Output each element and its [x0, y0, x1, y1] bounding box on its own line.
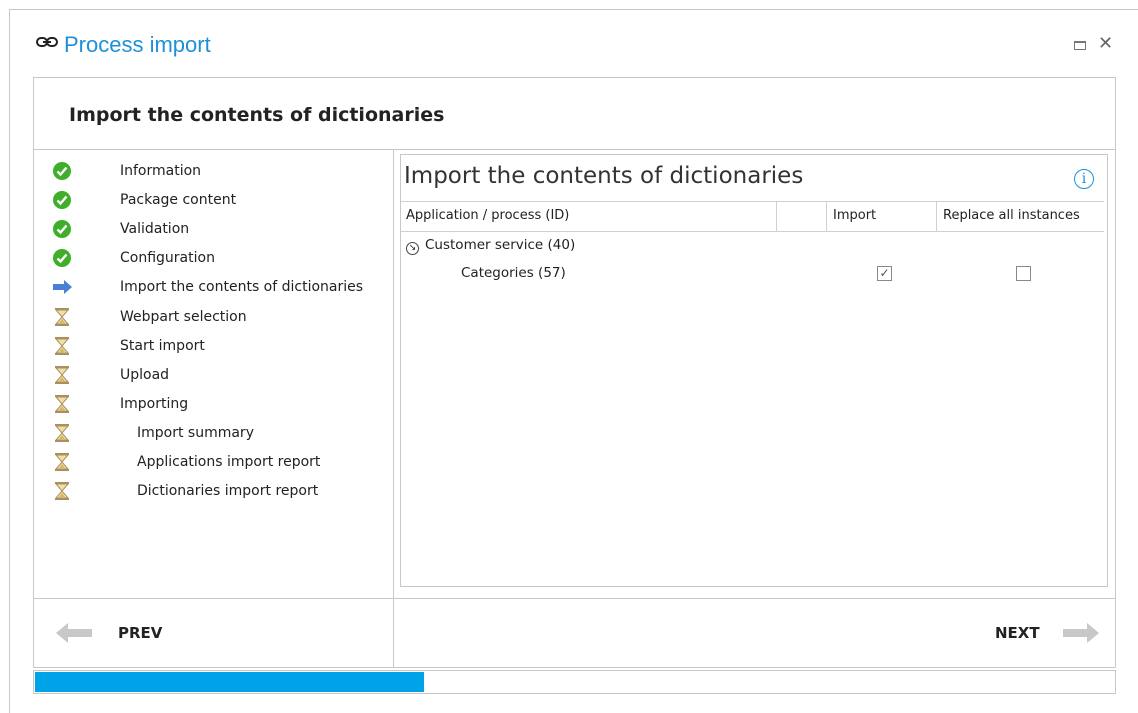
table-row: Categories (57)	[461, 265, 566, 281]
hourglass-icon	[52, 365, 72, 385]
step-item: Dictionaries import report	[34, 479, 393, 508]
step-item: Importing	[34, 392, 393, 421]
step-item: Applications import report	[34, 450, 393, 479]
column-header-application[interactable]: Application / process (ID)	[401, 202, 777, 231]
step-item: Import the contents of dictionaries	[34, 275, 393, 304]
replace-all-checkbox[interactable]	[1016, 266, 1031, 281]
import-checkbox[interactable]: ✓	[877, 266, 892, 281]
step-label: Configuration	[120, 250, 215, 267]
step-label: Dictionaries import report	[137, 483, 319, 500]
content-title: Import the contents of dictionaries	[404, 163, 804, 189]
content-area: Import the contents of dictionaries i Ap…	[400, 154, 1108, 587]
header-title: Import the contents of dictionaries	[69, 104, 445, 126]
progress-bar	[33, 670, 1116, 694]
hourglass-icon	[52, 452, 72, 472]
step-item: Import summary	[34, 421, 393, 450]
close-icon[interactable]: ✕	[1098, 33, 1113, 54]
check-icon	[53, 191, 71, 210]
hourglass-icon	[52, 423, 72, 443]
hourglass-icon	[52, 394, 72, 414]
column-header-blank[interactable]	[777, 202, 827, 231]
step-label: Information	[120, 163, 202, 179]
step-item: Package content	[34, 188, 393, 217]
prev-area: PREV	[33, 598, 394, 668]
expand-icon[interactable]: ↘	[406, 242, 419, 255]
step-label: Start import	[120, 337, 205, 354]
hourglass-icon	[52, 336, 72, 356]
link-icon	[36, 36, 58, 52]
step-label: Upload	[120, 366, 170, 383]
table-header: Application / process (ID) Import Replac…	[401, 201, 1104, 232]
progress-fill	[35, 672, 424, 692]
step-label: Validation	[120, 221, 190, 238]
next-button[interactable]: NEXT	[995, 624, 1040, 642]
step-item: Upload	[34, 363, 393, 392]
arrow-right-icon	[52, 277, 72, 297]
arrow-right-icon[interactable]	[1061, 623, 1099, 647]
group-label: Customer service (40)	[425, 237, 576, 253]
check-icon	[53, 220, 71, 239]
step-label: Package content	[120, 192, 237, 209]
step-item: Information	[34, 159, 393, 188]
hourglass-icon	[52, 307, 72, 327]
next-area: NEXT	[393, 598, 1116, 668]
step-item: Start import	[34, 334, 393, 363]
step-label: Importing	[120, 395, 189, 412]
step-label: Applications import report	[137, 454, 321, 470]
wizard-header: Import the contents of dictionaries	[33, 77, 1116, 150]
step-label: Import summary	[137, 424, 254, 441]
info-icon[interactable]: i	[1074, 169, 1094, 189]
step-label: Import the contents of dictionaries	[120, 279, 364, 296]
title-bar: Process import ✕	[10, 10, 1138, 78]
process-import-window: Process import ✕ Import the contents of …	[9, 9, 1138, 713]
maximize-icon[interactable]	[1074, 41, 1086, 50]
column-header-replace-all[interactable]: Replace all instances	[937, 202, 1104, 231]
window-title: Process import	[64, 32, 211, 57]
check-icon	[53, 162, 71, 180]
group-row-customer-service[interactable]: ↘ Customer service (40)	[406, 237, 575, 255]
arrow-left-icon[interactable]	[56, 623, 94, 647]
step-item: Validation	[34, 217, 393, 246]
prev-button[interactable]: PREV	[118, 624, 162, 642]
steps-panel: Information Package content Validation Conf…	[33, 150, 394, 599]
step-item: Webpart selection	[34, 305, 393, 334]
content-panel: Import the contents of dictionaries i Ap…	[393, 150, 1116, 599]
check-icon	[53, 249, 71, 268]
step-label: Webpart selection	[120, 308, 247, 325]
column-header-import[interactable]: Import	[827, 202, 937, 231]
hourglass-icon	[52, 481, 72, 501]
step-item: Configuration	[34, 246, 393, 275]
